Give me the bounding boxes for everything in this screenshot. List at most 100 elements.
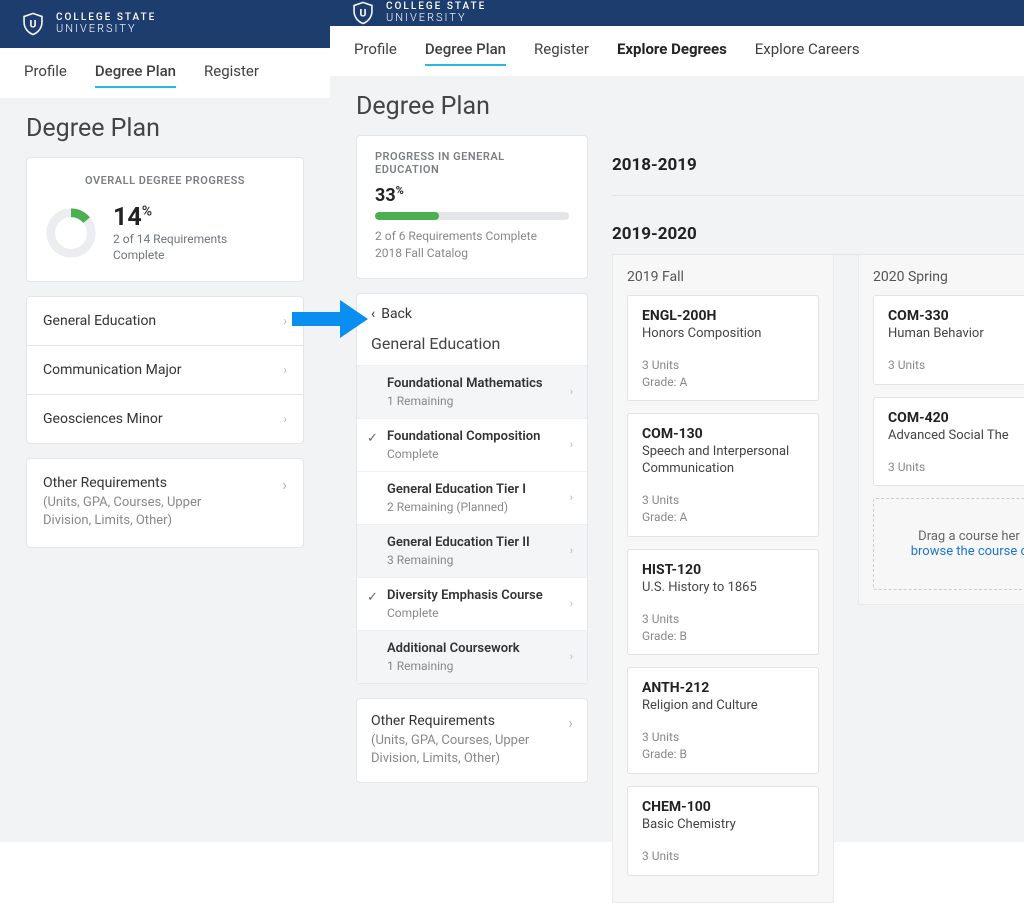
course-units: 3 Units bbox=[888, 459, 1024, 476]
nav-degree-plan[interactable]: Degree Plan bbox=[425, 40, 506, 66]
subreq-name: Foundational Mathematics bbox=[387, 376, 543, 391]
course-code: COM-330 bbox=[888, 308, 1024, 324]
chevron-right-icon: › bbox=[570, 650, 573, 663]
back-button[interactable]: ‹ Back bbox=[357, 294, 587, 328]
chevron-right-icon: › bbox=[283, 314, 287, 328]
course-code: HIST-120 bbox=[642, 562, 804, 578]
pane-right: U COLLEGE STATE UNIVERSITY Profile Degre… bbox=[330, 0, 1024, 842]
course-units: 3 Units bbox=[642, 729, 804, 746]
subreq-item[interactable]: Foundational Mathematics 1 Remaining › bbox=[357, 365, 587, 418]
other-requirements-card[interactable]: Other Requirements (Units, GPA, Courses,… bbox=[26, 458, 304, 547]
course-title: Honors Composition bbox=[642, 326, 804, 343]
catalog-label: 2018 Fall Catalog bbox=[375, 245, 569, 262]
page-title-right: Degree Plan bbox=[330, 76, 1024, 135]
course-title: Basic Chemistry bbox=[642, 817, 804, 834]
section-pct: 33% bbox=[375, 184, 569, 206]
subreq-status: Complete bbox=[387, 606, 543, 620]
subreq-item[interactable]: ✓ Diversity Emphasis Course Complete › bbox=[357, 577, 587, 630]
subreq-item[interactable]: General Education Tier I 2 Remaining (Pla… bbox=[357, 471, 587, 524]
chevron-right-icon: › bbox=[568, 713, 573, 732]
header-left: U COLLEGE STATE UNIVERSITY bbox=[0, 0, 330, 48]
course-code: COM-130 bbox=[642, 426, 804, 442]
subreq-name: General Education Tier II bbox=[387, 535, 530, 550]
other-sub: (Units, GPA, Courses, Upper Division, Li… bbox=[43, 494, 243, 530]
req-general-education[interactable]: General Education › bbox=[27, 297, 303, 346]
section-req-count: 2 of 6 Requirements Complete bbox=[375, 228, 569, 245]
overall-progress-card: OVERALL DEGREE PROGRESS 14% 2 of 14 Requ… bbox=[26, 157, 304, 282]
course-title: Religion and Culture bbox=[642, 698, 804, 715]
term-label-spring: 2020 Spring bbox=[873, 269, 1024, 285]
course-grade: Grade: A bbox=[642, 374, 804, 391]
req-communication-major[interactable]: Communication Major › bbox=[27, 346, 303, 395]
subreq-status: 3 Remaining bbox=[387, 553, 530, 567]
nav-profile[interactable]: Profile bbox=[24, 62, 67, 88]
nav-degree-plan[interactable]: Degree Plan bbox=[95, 62, 176, 88]
check-icon: ✓ bbox=[367, 431, 378, 446]
course-code: COM-420 bbox=[888, 410, 1024, 426]
chevron-right-icon: › bbox=[570, 597, 573, 610]
course-units: 3 Units bbox=[642, 611, 804, 628]
course-drop-zone[interactable]: Drag a course her browse the course c bbox=[873, 498, 1024, 590]
course-title: Human Behavior bbox=[888, 326, 1024, 343]
browse-catalog-link[interactable]: browse the course c bbox=[911, 544, 1024, 559]
nav-explore-careers[interactable]: Explore Careers bbox=[755, 40, 860, 66]
requirements-list: General Education › Communication Major … bbox=[26, 296, 304, 444]
course-grade: Grade: B bbox=[642, 628, 804, 645]
req-geosciences-minor[interactable]: Geosciences Minor › bbox=[27, 395, 303, 443]
nav-explore-degrees[interactable]: Explore Degrees bbox=[617, 40, 727, 66]
nav-left: Profile Degree Plan Register bbox=[0, 48, 330, 98]
course-card[interactable]: CHEM-100Basic Chemistry3 Units bbox=[627, 786, 819, 876]
subreq-name: Foundational Composition bbox=[387, 429, 540, 444]
other-sub: (Units, GPA, Courses, Upper Division, Li… bbox=[371, 732, 568, 768]
other-requirements-card[interactable]: Other Requirements (Units, GPA, Courses,… bbox=[356, 698, 588, 783]
progress-donut-icon bbox=[45, 207, 97, 259]
subreq-item[interactable]: Additional Coursework1 Remaining› bbox=[357, 630, 587, 683]
svg-text:U: U bbox=[360, 6, 367, 19]
other-title: Other Requirements bbox=[371, 713, 568, 729]
sub-section-title: General Education bbox=[357, 328, 587, 365]
course-title: U.S. History to 1865 bbox=[642, 580, 804, 597]
chevron-right-icon: › bbox=[570, 438, 573, 451]
progress-bar bbox=[375, 212, 569, 220]
subreq-status: 2 Remaining (Planned) bbox=[387, 500, 526, 514]
nav-register[interactable]: Register bbox=[204, 62, 259, 88]
course-grade: Grade: B bbox=[642, 746, 804, 763]
course-units: 3 Units bbox=[888, 357, 1024, 374]
course-title: Speech and Interpersonal Communication bbox=[642, 444, 804, 478]
course-title: Advanced Social The bbox=[888, 428, 1024, 445]
subreq-name: Diversity Emphasis Course bbox=[387, 588, 543, 603]
course-card[interactable]: COM-130 Speech and Interpersonal Communic… bbox=[627, 413, 819, 536]
schedule-area: 2018-2019 2019-2020 2019 Fall ENGL-200HH… bbox=[612, 135, 1024, 903]
course-card[interactable]: HIST-120 U.S. History to 1865 3 UnitsGrade… bbox=[627, 549, 819, 655]
chevron-right-icon: › bbox=[570, 544, 573, 557]
subreq-status: Complete bbox=[387, 447, 540, 461]
university-shield-icon: U bbox=[350, 0, 376, 26]
course-units: 3 Units bbox=[642, 357, 804, 374]
pane-left: U COLLEGE STATE UNIVERSITY Profile Degre… bbox=[0, 0, 330, 842]
svg-text:U: U bbox=[30, 17, 37, 30]
list-item-label: General Education bbox=[43, 313, 156, 329]
overall-req-count: 2 of 14 RequirementsComplete bbox=[113, 232, 227, 263]
chevron-left-icon: ‹ bbox=[371, 306, 375, 322]
drop-text: Drag a course her bbox=[918, 529, 1020, 544]
chevron-right-icon: › bbox=[282, 475, 287, 494]
chevron-right-icon: › bbox=[570, 385, 573, 398]
university-name: COLLEGE STATE UNIVERSITY bbox=[56, 12, 156, 35]
check-icon: ✓ bbox=[367, 590, 378, 605]
subreq-status: 1 Remaining bbox=[387, 394, 543, 408]
university-shield-icon: U bbox=[20, 11, 46, 37]
course-card[interactable]: ENGL-200HHonors Composition3 UnitsGrade:… bbox=[627, 295, 819, 401]
course-card[interactable]: COM-420 Advanced Social The 3 Units bbox=[873, 397, 1024, 487]
nav-profile[interactable]: Profile bbox=[354, 40, 397, 66]
nav-right: Profile Degree Plan Register Explore Deg… bbox=[330, 26, 1024, 76]
subreq-item[interactable]: ✓ Foundational Composition Complete › bbox=[357, 418, 587, 471]
header-right: U COLLEGE STATE UNIVERSITY bbox=[330, 0, 1024, 26]
course-card[interactable]: COM-330 Human Behavior 3 Units bbox=[873, 295, 1024, 385]
subreq-item[interactable]: General Education Tier II 3 Remaining › bbox=[357, 524, 587, 577]
nav-register[interactable]: Register bbox=[534, 40, 589, 66]
list-item-label: Communication Major bbox=[43, 362, 182, 378]
course-card[interactable]: ANTH-212Religion and Culture3 UnitsGrade… bbox=[627, 667, 819, 773]
year-header-1: 2018-2019 bbox=[612, 135, 1024, 185]
subreq-name: Additional Coursework bbox=[387, 641, 520, 656]
subreq-name: General Education Tier I bbox=[387, 482, 526, 497]
